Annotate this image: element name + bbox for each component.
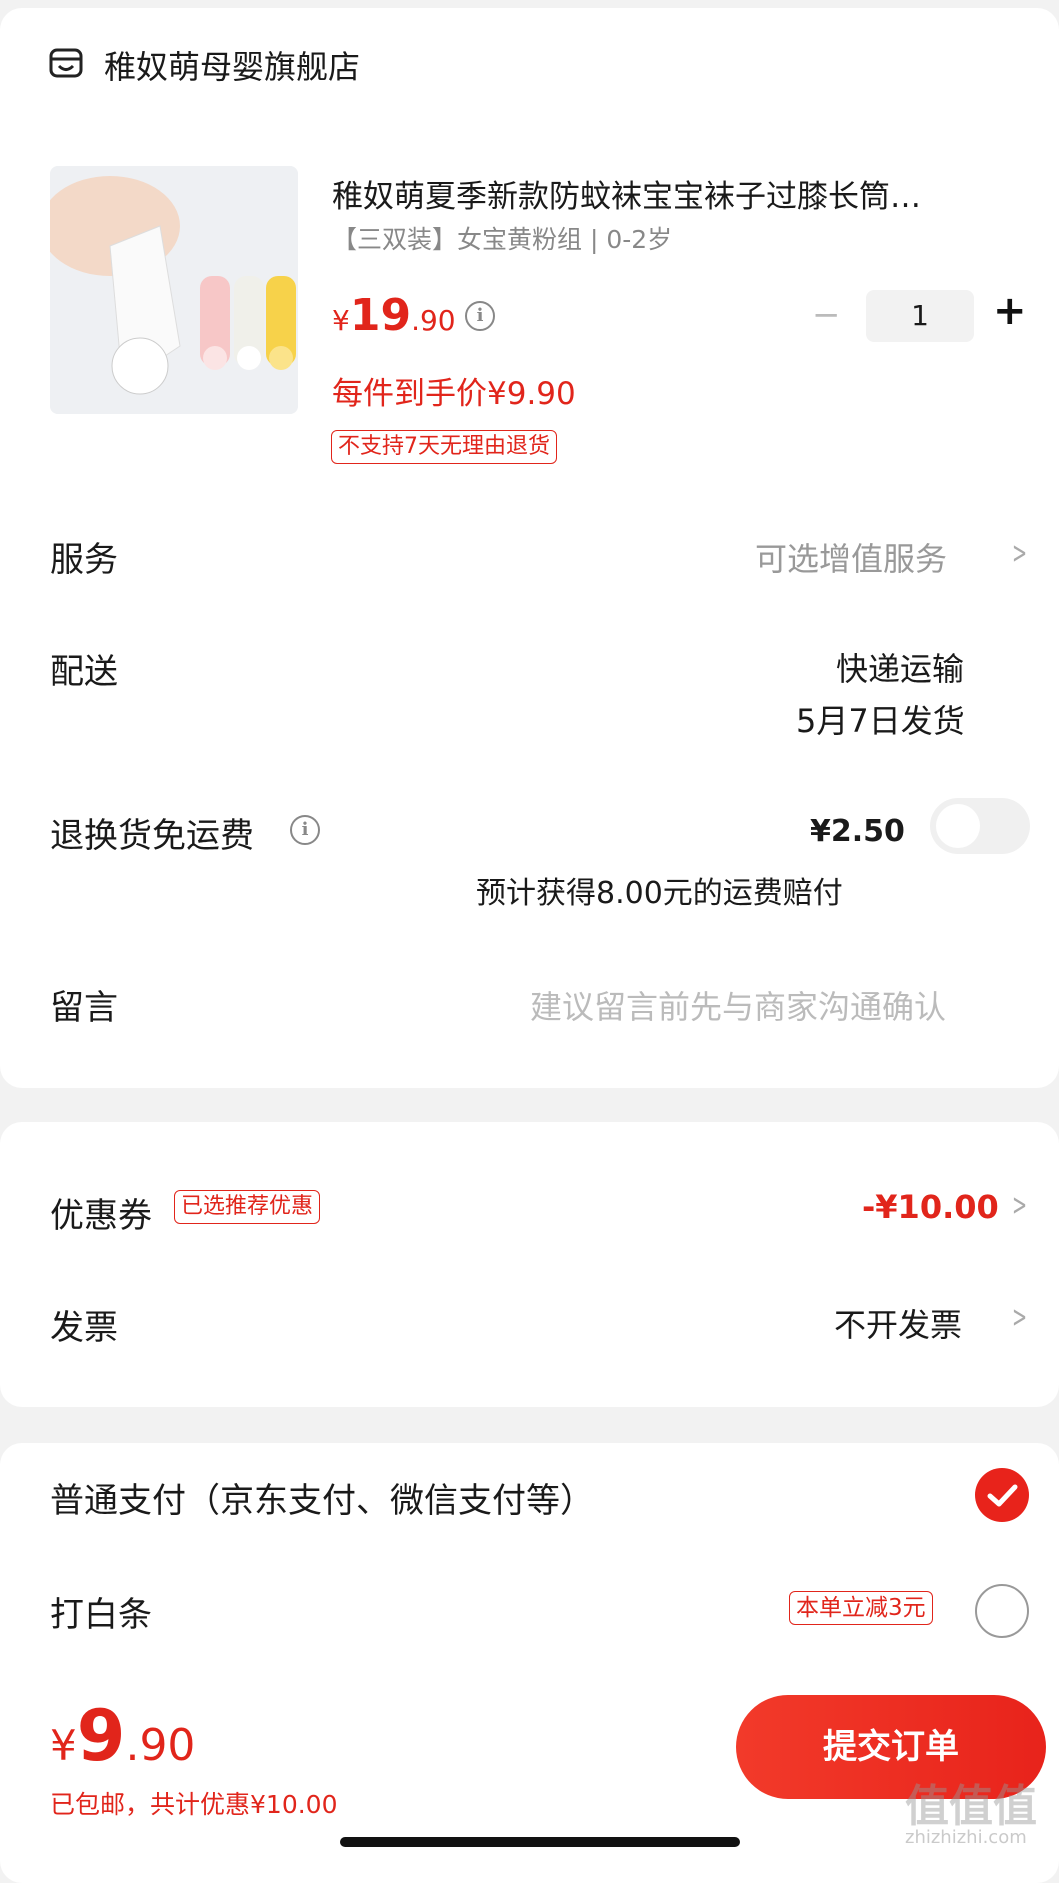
total-price-int: 9 <box>76 1695 126 1777</box>
order-card: 稚奴萌母婴旗舰店 稚奴萌夏季新款防蚊袜宝宝袜子过膝长筒… 【三双装】女宝黄粉组 … <box>0 8 1059 1088</box>
quantity-input[interactable]: 1 <box>866 290 974 342</box>
service-chevron-icon[interactable]: > <box>1012 536 1027 571</box>
checkout-bar: ¥9.90 已包邮，共计优惠¥10.00 提交订单 值值值 zhizhizhi.… <box>0 1675 1059 1860</box>
home-indicator[interactable] <box>340 1837 740 1847</box>
invoice-chevron-icon[interactable]: > <box>1012 1300 1027 1335</box>
discount-card: 优惠券 已选推荐优惠 -¥10.00 > 发票 不开发票 > <box>0 1122 1059 1407</box>
delivery-label: 配送 <box>50 652 118 692</box>
toggle-knob <box>936 804 980 848</box>
watermark-logo: 值值值 <box>905 1781 1037 1832</box>
price-symbol: ¥ <box>332 304 350 337</box>
watermark-url: zhizhizhi.com <box>905 1827 1027 1848</box>
product-title[interactable]: 稚奴萌夏季新款防蚊袜宝宝袜子过膝长筒… <box>332 171 921 216</box>
product-spec[interactable]: 【三双装】女宝黄粉组 | 0-2岁 <box>332 220 672 256</box>
message-label: 留言 <box>50 988 118 1028</box>
total-price-dec: .90 <box>125 1720 196 1771</box>
delivery-method[interactable]: 快递运输 <box>836 644 964 690</box>
product-image[interactable] <box>50 166 298 414</box>
product-price: ¥19.90 <box>332 290 456 341</box>
coupon-tag: 已选推荐优惠 <box>174 1190 321 1224</box>
final-price: 每件到手价¥9.90 <box>332 376 576 412</box>
coupon-value[interactable]: -¥10.00 <box>862 1188 999 1226</box>
store-icon <box>48 46 84 82</box>
delivery-date: 5月7日发货 <box>796 702 965 740</box>
payment-normal-label[interactable]: 普通支付（京东支付、微信支付等） <box>50 1473 594 1522</box>
return-policy-tag: 不支持7天无理由退货 <box>331 430 557 464</box>
return-shipping-info-icon[interactable]: i <box>290 815 320 845</box>
footer-summary-prefix: 已包邮，共计优惠 <box>50 1790 251 1819</box>
footer-summary: 已包邮，共计优惠¥10.00 <box>50 1785 338 1821</box>
coupon-label: 优惠券 <box>50 1196 152 1236</box>
footer-summary-amount: ¥10.00 <box>250 1790 338 1819</box>
quantity-increase-button[interactable]: + <box>993 288 1027 334</box>
invoice-label: 发票 <box>50 1308 118 1348</box>
price-int: 19 <box>349 290 412 341</box>
payment-baitiao-radio[interactable] <box>975 1584 1029 1638</box>
total-price-symbol: ¥ <box>50 1721 77 1770</box>
total-price: ¥9.90 <box>50 1695 195 1777</box>
store-name[interactable]: 稚奴萌母婴旗舰店 <box>104 42 360 88</box>
coupon-chevron-icon[interactable]: > <box>1012 1188 1027 1223</box>
service-label: 服务 <box>50 540 118 580</box>
quantity-decrease-button[interactable]: − <box>812 295 841 335</box>
invoice-value[interactable]: 不开发票 <box>834 1300 962 1346</box>
return-shipping-note: 预计获得8.00元的运费赔付 <box>476 876 843 911</box>
message-input[interactable]: 建议留言前先与商家沟通确认 <box>530 982 946 1028</box>
price-dec: .90 <box>411 304 456 337</box>
payment-baitiao-label[interactable]: 打白条 <box>50 1587 152 1636</box>
return-shipping-price: ¥2.50 <box>810 814 905 849</box>
price-info-icon[interactable]: i <box>465 301 495 331</box>
service-value[interactable]: 可选增值服务 <box>755 534 947 580</box>
baitiao-promo-tag: 本单立减3元 <box>789 1591 933 1625</box>
return-shipping-label: 退换货免运费 <box>50 816 254 856</box>
payment-normal-check-icon[interactable] <box>975 1468 1029 1522</box>
return-shipping-toggle[interactable] <box>930 798 1030 854</box>
